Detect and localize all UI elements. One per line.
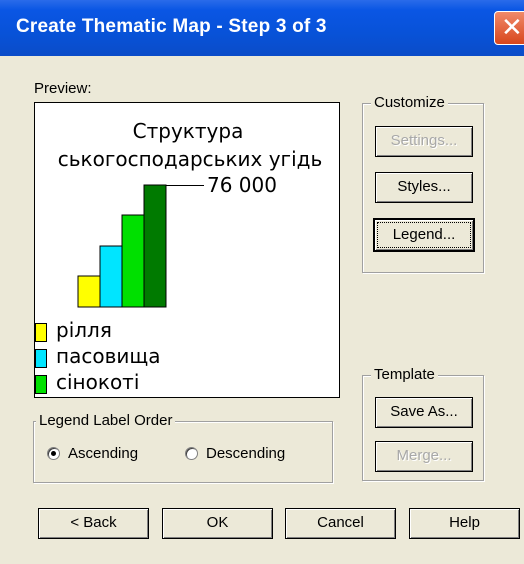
legend-order-title: Legend Label Order bbox=[36, 412, 176, 429]
save-as-button[interactable]: Save As... bbox=[375, 397, 473, 428]
styles-button[interactable]: Styles... bbox=[375, 172, 473, 203]
settings-button[interactable]: Settings... bbox=[375, 126, 473, 157]
ok-button[interactable]: OK bbox=[162, 508, 273, 539]
legend-item-label: сінокоті bbox=[56, 370, 140, 394]
close-icon: ✕ bbox=[501, 13, 523, 43]
title-bar[interactable]: Create Thematic Map - Step 3 of 3 ✕ bbox=[0, 0, 524, 56]
preview-label: Preview: bbox=[34, 80, 92, 97]
close-button[interactable]: ✕ bbox=[494, 11, 524, 45]
back-button[interactable]: < Back bbox=[38, 508, 149, 539]
ascending-radio[interactable] bbox=[47, 447, 60, 460]
legend-swatch bbox=[35, 323, 47, 342]
legend-item-label: рілля bbox=[56, 318, 112, 342]
preview-panel: Структура ськогосподарських угідь 76 000… bbox=[34, 102, 340, 398]
window-title: Create Thematic Map - Step 3 of 3 bbox=[16, 16, 327, 37]
bar-3 bbox=[143, 184, 167, 308]
radio-selected-dot bbox=[51, 451, 56, 456]
legend-button[interactable]: Legend... bbox=[373, 218, 475, 252]
descending-label[interactable]: Descending bbox=[206, 445, 285, 462]
bar-0 bbox=[77, 275, 101, 308]
cancel-button[interactable]: Cancel bbox=[285, 508, 396, 539]
descending-radio[interactable] bbox=[185, 447, 198, 460]
merge-button[interactable]: Merge... bbox=[375, 441, 473, 472]
thematic-map-dialog: Create Thematic Map - Step 3 of 3 ✕ Prev… bbox=[0, 0, 524, 564]
legend-item-label: пасовища bbox=[56, 344, 161, 368]
legend-swatch bbox=[35, 349, 47, 368]
bar-1 bbox=[99, 245, 123, 308]
customize-title: Customize bbox=[371, 94, 448, 111]
bar-2 bbox=[121, 214, 145, 308]
legend-swatch bbox=[35, 375, 47, 394]
template-title: Template bbox=[371, 366, 438, 383]
ascending-label[interactable]: Ascending bbox=[68, 445, 138, 462]
help-button[interactable]: Help bbox=[409, 508, 520, 539]
